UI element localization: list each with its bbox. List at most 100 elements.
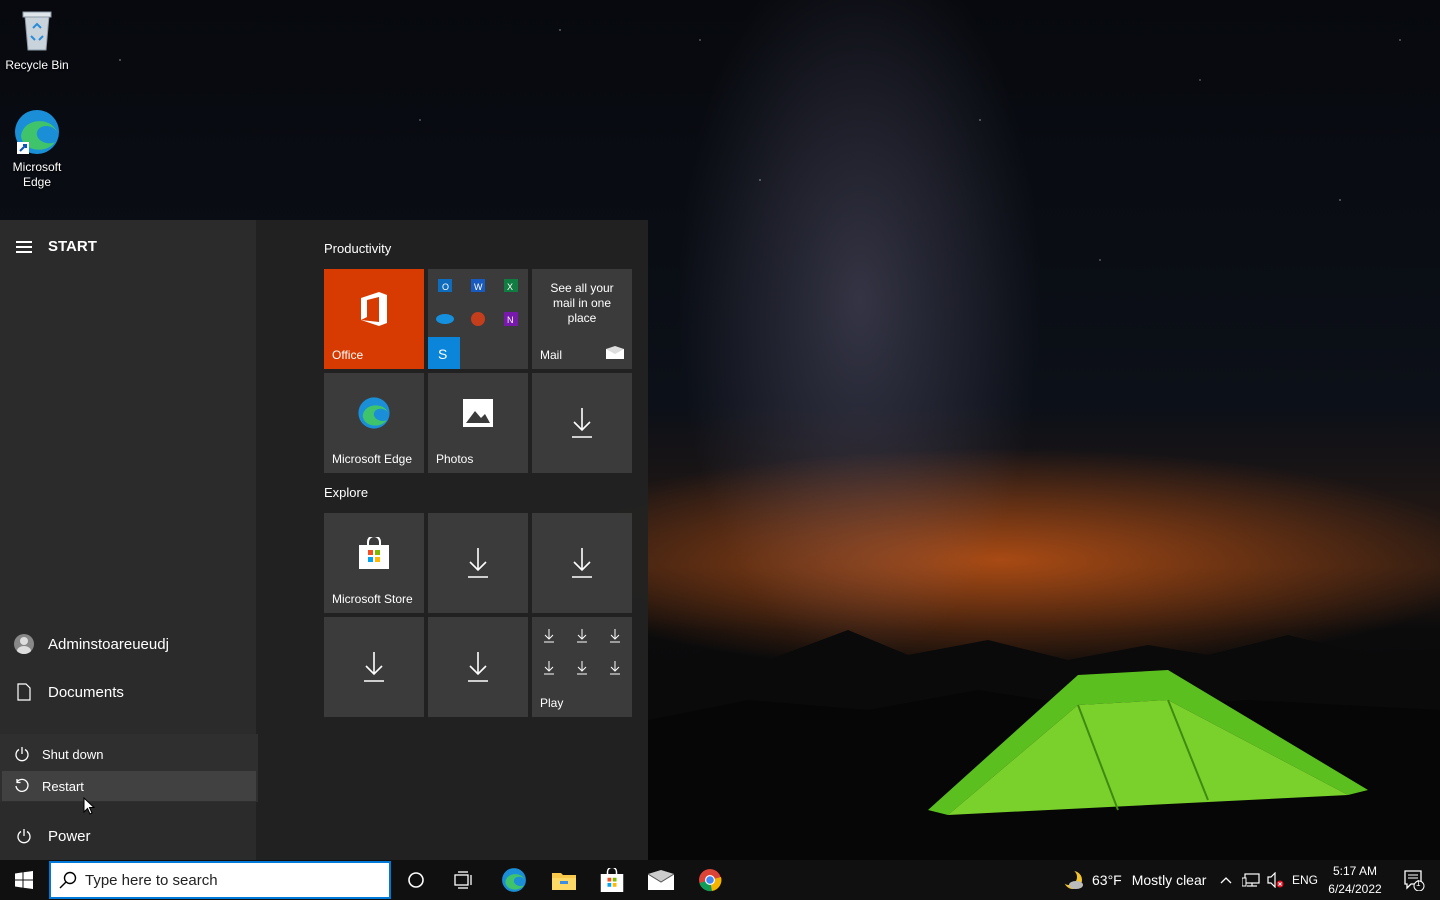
edge-icon [502,868,526,892]
restart-button[interactable]: Restart [2,771,256,801]
taskbar-edge-button[interactable] [490,860,538,900]
weather-temperature: 63°F [1092,872,1122,888]
chrome-icon [699,869,722,892]
shut-down-label: Shut down [42,746,104,762]
start-title: START [48,238,97,255]
tile-play-folder[interactable]: Play [532,617,632,717]
desktop-icon-label: Recycle Bin [5,58,69,72]
taskbar-mail-button[interactable] [637,860,685,900]
tile-downloading-app[interactable] [428,617,528,717]
recycle-bin-icon [13,6,61,54]
desktop-icon-label: Microsoft Edge [12,160,62,189]
tile-mail[interactable]: See all your mail in one place Mail [532,269,632,369]
task-view-button[interactable] [440,860,488,900]
download-arrow-icon [532,513,632,613]
clock-date: 6/24/2022 [1328,882,1382,896]
tile-office[interactable]: Office [324,269,424,369]
task-view-icon [454,871,472,889]
taskbar-chrome-button[interactable] [686,860,734,900]
svg-text:W: W [474,282,483,292]
tile-microsoft-edge[interactable]: Microsoft Edge [324,373,424,473]
svg-text:S: S [438,346,447,362]
tile-downloading-app[interactable] [532,513,632,613]
taskbar-store-button[interactable] [588,860,636,900]
tile-downloading-app[interactable] [532,373,632,473]
tile-label: Play [540,696,564,710]
start-button[interactable] [0,860,48,900]
weather-widget[interactable]: 63°F Mostly clear [1062,860,1206,900]
tile-label: Microsoft Store [332,592,413,606]
volume-button[interactable] [1264,860,1288,900]
tile-label: Office [332,348,364,362]
edge-icon [324,373,424,453]
cortana-button[interactable] [392,860,440,900]
restart-icon [15,778,29,792]
weather-description: Mostly clear [1131,872,1207,888]
taskbar-search-box[interactable]: Type here to search [49,861,391,899]
user-avatar-icon [14,634,34,654]
restart-label: Restart [42,778,84,794]
network-icon [1242,873,1260,887]
desktop-icon-edge[interactable]: Microsoft Edge [1,108,73,190]
cortana-icon [408,872,424,888]
tile-downloading-app[interactable] [324,617,424,717]
mail-icon [606,346,624,359]
notifications-count-badge: 1 [1416,879,1421,888]
windows-logo-icon [15,871,33,889]
mail-tile-text: See all your mail in one place [550,281,614,325]
documents-button[interactable]: Documents [0,672,256,712]
svg-text:N: N [507,315,514,325]
edge-icon [13,108,61,156]
network-button[interactable] [1238,860,1264,900]
chevron-up-icon [1220,877,1232,884]
input-language-button[interactable]: ENG [1292,860,1318,900]
desktop-icon-recycle-bin[interactable]: Recycle Bin [1,6,73,72]
svg-text:O: O [442,282,449,292]
tile-label: Mail [540,348,563,362]
taskbar-file-explorer-button[interactable] [540,860,588,900]
group-label-explore: Explore [324,485,369,500]
volume-muted-icon [1267,872,1284,888]
document-icon [14,682,34,702]
power-label: Power [48,827,91,845]
office-apps-icons: O W X N S [428,279,518,369]
wallpaper-landscape [648,630,1440,860]
power-icon [15,747,29,762]
tile-office-apps-folder[interactable]: O W X N S [428,269,528,369]
store-icon [600,868,624,892]
show-hidden-icons-button[interactable] [1214,860,1238,900]
tile-label: Photos [436,452,474,466]
download-arrow-icon [428,513,528,613]
tile-photos[interactable]: Photos [428,373,528,473]
svg-text:X: X [507,282,513,292]
download-arrow-icon [532,373,632,473]
group-label-productivity: Productivity [324,241,392,256]
download-arrows-grid-icon [544,629,620,675]
power-button[interactable]: Power [0,816,256,856]
shut-down-button[interactable]: Shut down [2,739,256,769]
search-placeholder: Type here to search [85,871,218,889]
download-arrow-icon [428,617,528,717]
store-icon [324,513,424,593]
user-name-label: Adminstoareueudj [48,635,169,653]
mail-icon [648,870,674,890]
start-menu-sidebar: START Adminstoareueudj Documents Shut do… [0,220,258,860]
notifications-icon [1404,870,1425,891]
mouse-cursor-icon [83,797,95,815]
tile-microsoft-store[interactable]: Microsoft Store [324,513,424,613]
power-options-menu: Shut down Restart [0,734,258,802]
start-header: START [16,238,97,255]
language-label: ENG [1292,873,1319,887]
search-icon [59,871,77,889]
tile-label: Microsoft Edge [332,452,413,466]
download-arrow-icon [324,617,424,717]
office-icon [324,269,424,349]
taskbar-clock[interactable]: 5:17 AM 6/24/2022 [1320,862,1390,898]
user-account-button[interactable]: Adminstoareueudj [0,624,256,664]
folder-icon [552,873,576,890]
tile-downloading-app[interactable] [428,513,528,613]
action-center-button[interactable]: 1 [1390,860,1438,900]
start-menu: START Adminstoareueudj Documents Shut do… [0,220,648,860]
hamburger-menu-icon[interactable] [16,240,32,253]
documents-label: Documents [48,683,124,701]
